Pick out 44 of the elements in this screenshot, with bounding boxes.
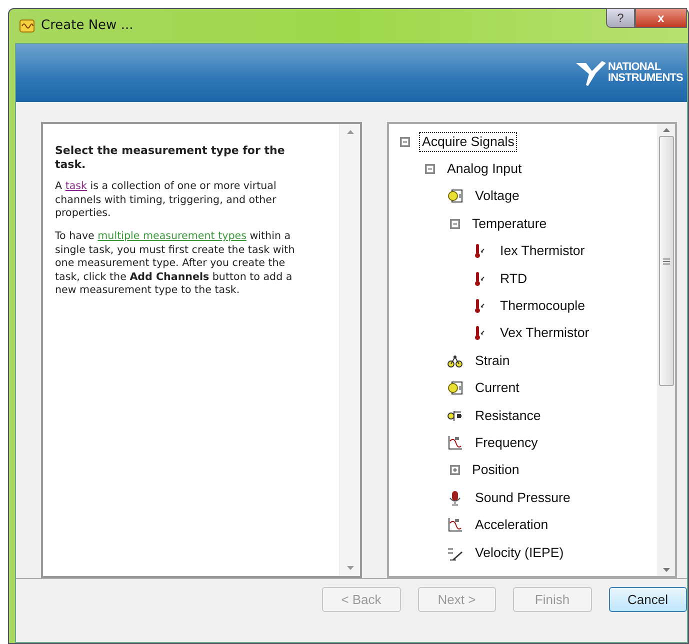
tree-item[interactable]: Voltage xyxy=(473,187,522,206)
tree-item[interactable]: Resistance xyxy=(473,406,543,425)
app-icon xyxy=(19,18,35,34)
tree-item[interactable]: Position xyxy=(470,461,522,480)
strain-gauge-icon xyxy=(447,352,463,369)
tree-item[interactable]: Strain xyxy=(473,352,512,370)
expand-icon[interactable] xyxy=(450,465,460,476)
tree-item[interactable]: Iex Thermistor xyxy=(498,242,587,260)
tree-item[interactable]: Analog Input xyxy=(445,160,524,178)
collapse-icon[interactable] xyxy=(425,164,435,174)
close-button[interactable]: x xyxy=(635,8,687,28)
collapse-icon[interactable] xyxy=(450,218,460,229)
collapse-icon[interactable] xyxy=(400,136,410,147)
dialog-button[interactable]: Cancel xyxy=(608,587,687,612)
help-link[interactable]: task xyxy=(65,180,88,192)
logo-text: NATIONAL xyxy=(608,62,662,73)
tree-item[interactable]: Acquire Signals xyxy=(420,132,516,151)
window-title: Create New ... xyxy=(41,17,134,36)
help-paragraph: To have multiple measurement types within a single task, you must first create the task with one measurement type. After you create the task, click the Add Channels button to add a new measurement type to the task. xyxy=(55,230,296,298)
scroll-up-icon[interactable] xyxy=(662,128,670,132)
graph-icon xyxy=(447,434,463,451)
help-paragraph: A task is a collection of one or more virtual channels with timing, triggering, and other properties. xyxy=(55,180,278,221)
scrollbar-thumb[interactable] xyxy=(658,136,674,386)
microphone-icon xyxy=(447,490,463,506)
graph-icon xyxy=(447,517,463,534)
tree-item[interactable]: Vex Thermistor xyxy=(498,324,592,342)
help-button[interactable]: ? xyxy=(606,8,635,28)
tree-item[interactable]: Acceleration xyxy=(473,516,550,534)
logo-text: INSTRUMENTS xyxy=(608,73,683,84)
tree-item[interactable]: Velocity (IEPE) xyxy=(473,544,566,562)
tree-item[interactable]: Thermocouple xyxy=(498,297,587,316)
scroll-down-icon[interactable] xyxy=(662,568,670,572)
scroll-down-icon[interactable] xyxy=(346,566,354,570)
meter-icon xyxy=(447,188,463,204)
tree-item[interactable]: Current xyxy=(473,379,522,398)
tree-item[interactable]: Temperature xyxy=(470,214,549,233)
tree-item[interactable]: Sound Pressure xyxy=(473,488,572,507)
meter-icon xyxy=(447,380,463,396)
help-heading: Select the measurement type for the task. xyxy=(55,144,286,172)
tree-item[interactable]: RTD xyxy=(498,270,530,288)
help-link[interactable]: multiple measurement types xyxy=(98,230,246,242)
scroll-up-icon[interactable] xyxy=(346,130,354,134)
tree-item[interactable]: Frequency xyxy=(473,434,540,452)
logo-icon xyxy=(576,59,606,87)
